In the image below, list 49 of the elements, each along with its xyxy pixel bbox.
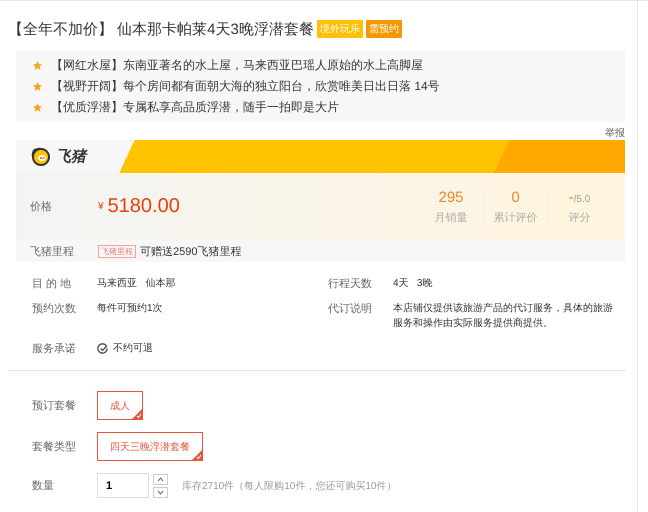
product-title: 【全年不加价】 仙本那卡帕莱4天3晚浮潜套餐 xyxy=(8,20,314,38)
quantity-label: 数量 xyxy=(32,479,55,493)
highlight-text: 【视野开阔】每个房间都有面朝大海的独立阳台，欣赏唯美日出日落 14号 xyxy=(51,78,440,95)
mileage-text: 可赠送2590飞猪里程 xyxy=(140,244,242,258)
price-label: 价格 xyxy=(30,200,53,214)
corner-check-icon xyxy=(192,450,202,460)
option-choice[interactable]: 四天三晚浮潜套餐 xyxy=(97,432,203,461)
detail-value: 本店铺仅提供该旅游产品的代订服务，具体的旅游服务和操作由实际服务提供商提供。 xyxy=(393,302,613,331)
star-icon xyxy=(32,81,43,92)
highlight-text: 【优质浮潜】专属私享高品质浮潜，随手一拍即是大片 xyxy=(51,99,339,116)
stat-value: 0 xyxy=(511,188,520,206)
option-label: 套餐类型 xyxy=(32,440,77,454)
detail-label: 预约次数 xyxy=(32,302,77,316)
tag: 境外玩乐 xyxy=(316,20,363,38)
caret-down-icon xyxy=(157,490,164,494)
corner-check-icon xyxy=(132,409,142,419)
tag: 需预约 xyxy=(366,20,402,38)
highlight-text: 【网红水屋】东南亚著名的水上屋，马来西亚巴瑶人原始的水上高脚屋 xyxy=(51,57,423,74)
detail-value: 每件可预约1次 xyxy=(97,302,163,316)
brand-name: 飞猪 xyxy=(56,147,86,166)
detail-label: 行程天数 xyxy=(328,277,373,291)
detail-value: 4天 3晚 xyxy=(393,277,432,291)
quantity-field[interactable]: 1 xyxy=(97,473,149,498)
stat-value: 295 xyxy=(438,188,464,206)
check-circle-icon xyxy=(97,343,108,354)
stat-suffix: /5.0 xyxy=(574,194,590,204)
stat-value: - xyxy=(568,188,574,206)
stat-label: 评分 xyxy=(568,210,590,224)
decrement-button[interactable] xyxy=(153,486,168,498)
pig-logo-icon xyxy=(30,146,52,166)
option-choice[interactable]: 成人 xyxy=(97,391,143,420)
price-amount: 5180.00 xyxy=(108,195,180,218)
stat-label: 累计评价 xyxy=(494,210,538,224)
detail-label: 服务承诺 xyxy=(32,342,77,356)
caret-up-icon xyxy=(157,476,164,482)
currency-symbol: ¥ xyxy=(98,201,104,212)
detail-label: 目 的 地 xyxy=(32,277,72,291)
report-link[interactable]: 举报 xyxy=(605,126,625,140)
mileage-label: 飞猪里程 xyxy=(30,244,75,258)
mileage-badge: 飞猪里程 xyxy=(98,244,136,258)
detail-value: 马来西亚 仙本那 xyxy=(97,276,176,291)
option-label: 预订套餐 xyxy=(32,399,77,413)
increment-button[interactable] xyxy=(153,474,168,484)
stat-label: 月销量 xyxy=(434,210,468,224)
detail-value: 不约可退 xyxy=(113,342,153,356)
star-icon xyxy=(32,60,43,71)
stock-note: 库存2710件（每人限购10件，您还可购买10件） xyxy=(182,480,396,492)
detail-label: 代订说明 xyxy=(328,302,373,316)
star-icon xyxy=(32,102,43,113)
